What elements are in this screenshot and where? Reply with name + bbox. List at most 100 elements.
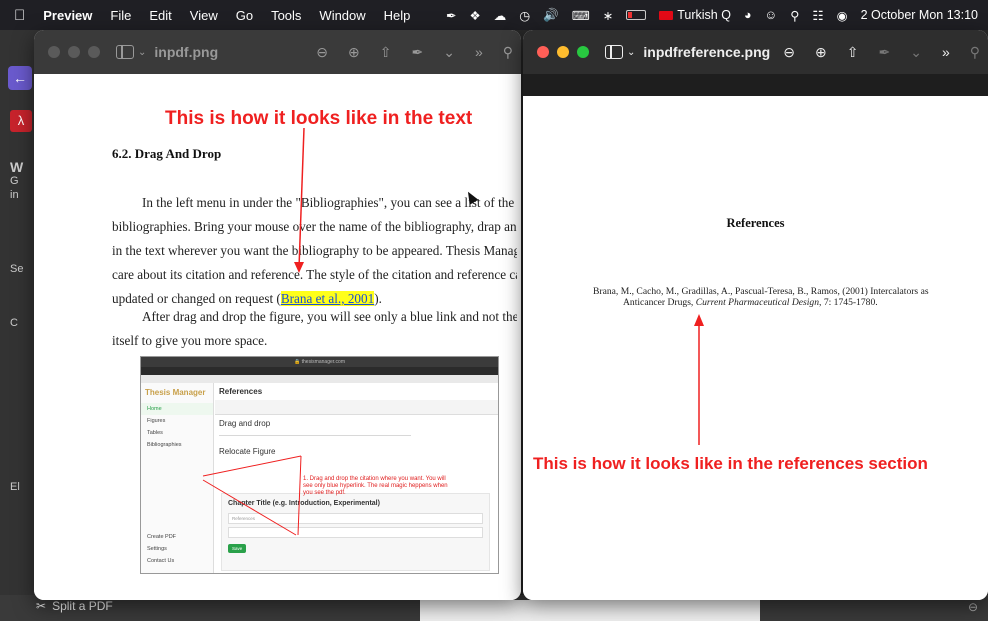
sidebar-item-settings: Settings [147, 546, 167, 552]
lock-icon: 🔒 [294, 359, 301, 365]
app-sidebar: Thesis Manager Home Figures Tables Bibli… [141, 383, 214, 573]
window-title: inpdfreference.png [643, 44, 771, 60]
sidebar-item-bibliographies: Bibliographies [147, 442, 182, 448]
background-panel [420, 600, 760, 621]
share-icon[interactable]: ⇧ [847, 44, 859, 61]
minimize-button[interactable] [557, 46, 569, 58]
bluetooth-icon[interactable]: ∗ [603, 8, 613, 23]
browser-address-bar: 🔒 thesismanager.com [141, 357, 498, 367]
back-arrow-icon[interactable]: ← [8, 66, 32, 90]
relocate-figure: Relocate Figure [219, 447, 276, 456]
traffic-lights [537, 46, 589, 58]
menu-edit[interactable]: Edit [149, 8, 171, 23]
menu-tools[interactable]: Tools [271, 8, 301, 23]
preview-window-right: ⌄ inpdfreference.png ⊖ ⊕ ⇧ ✒ ⌄ » ⚲ Refer… [523, 30, 988, 600]
text-line: itself to give you more space. [112, 333, 268, 348]
sidebar-toggle-icon[interactable] [116, 45, 134, 59]
chevron-down-icon[interactable]: ⌄ [627, 47, 635, 58]
zoom-in-icon[interactable]: ⊕ [815, 44, 827, 61]
menu-file[interactable]: File [110, 8, 131, 23]
citation-link[interactable]: Brana et al., 2001 [280, 291, 375, 306]
menu-app-name[interactable]: Preview [43, 8, 92, 23]
references-heading: References [726, 216, 785, 230]
reference-line: Anticancer Drugs, Current Pharmaceutical… [593, 297, 933, 308]
close-button[interactable] [48, 46, 60, 58]
menu-window[interactable]: Window [319, 8, 365, 23]
more-icon[interactable]: » [942, 44, 950, 60]
cloud-icon[interactable]: ☁ [494, 8, 507, 23]
sidebar-item-home: Home [141, 403, 213, 415]
zoom-button[interactable] [88, 46, 100, 58]
volume-icon[interactable]: 🔊 [543, 8, 559, 23]
browser-bookmarks [141, 375, 498, 383]
keyboard-icon[interactable]: ⌨ [572, 8, 590, 23]
chapter-card: Chapter Title (e.g. Introduction, Experi… [221, 493, 490, 571]
battery-icon[interactable] [626, 10, 647, 20]
text-line: in the text wherever you want the biblio… [112, 243, 517, 258]
acrobat-icon[interactable]: λ [10, 110, 32, 132]
bg-letter: Se [10, 263, 24, 275]
clock-icon[interactable]: ◷ [519, 8, 530, 23]
apple-menu-icon[interactable]:  [14, 7, 25, 24]
paragraph: In the left menu in under the "Bibliogra… [112, 191, 517, 311]
bg-letter: G [10, 175, 19, 187]
window-title: inpdf.png [154, 44, 219, 60]
bg-letter: C [10, 317, 18, 329]
minimize-button[interactable] [68, 46, 80, 58]
spotlight-search-icon[interactable]: ⚲ [790, 8, 799, 23]
text-fragment: Anticancer Drugs, [623, 297, 696, 308]
siri-icon[interactable]: ◉ [837, 8, 848, 23]
search-icon[interactable]: ⚲ [503, 44, 513, 61]
url-text: thesismanager.com [301, 359, 345, 365]
split-icon: ✂ [36, 599, 47, 613]
sidebar-toggle-icon[interactable] [605, 45, 623, 59]
wifi-icon[interactable]: ◕ [744, 8, 752, 22]
menu-help[interactable]: Help [384, 8, 411, 23]
split-pdf-button[interactable]: ✂ Split a PDF [36, 599, 113, 613]
reference-entry: Brana, M., Cacho, M., Gradillas, A., Pas… [593, 286, 933, 308]
browser-tabs [141, 367, 498, 375]
input-source-label: Turkish Q [677, 8, 731, 22]
brand-logo: Thesis Manager [145, 388, 206, 397]
zoom-out-icon[interactable]: ⊖ [968, 600, 978, 614]
pen-icon[interactable]: ✒ [446, 8, 456, 23]
close-button[interactable] [537, 46, 549, 58]
menu-view[interactable]: View [190, 8, 218, 23]
background-text: W G in Se C El [10, 160, 23, 494]
menu-go[interactable]: Go [236, 8, 253, 23]
titlebar: ⌄ inpdf.png ⊖ ⊕ ⇧ ✒ ⌄ » ⚲ [34, 30, 521, 74]
app-header: References [219, 387, 263, 396]
more-icon[interactable]: » [475, 44, 483, 60]
control-center-icon[interactable]: ☷ [812, 8, 823, 23]
chevron-down-icon[interactable]: ⌄ [910, 44, 922, 61]
editor-toolbar [215, 400, 498, 415]
turkish-flag-icon [659, 11, 674, 21]
chevron-down-icon[interactable]: ⌄ [138, 47, 146, 58]
zoom-button[interactable] [577, 46, 589, 58]
zoom-out-icon[interactable]: ⊖ [783, 44, 795, 61]
chevron-down-icon[interactable]: ⌄ [443, 44, 455, 61]
zoom-in-icon[interactable]: ⊕ [348, 44, 360, 61]
input-source[interactable]: Turkish Q [659, 8, 731, 22]
journal-name: Current Pharmaceutical Design [695, 297, 820, 308]
text-line: care about its citation and reference. T… [112, 267, 517, 282]
annotation-text: This is how it looks like in the referen… [533, 454, 928, 473]
dropbox-icon[interactable]: ❖ [469, 8, 480, 23]
menu-clock[interactable]: 2 October Mon 13:10 [861, 8, 978, 22]
user-icon[interactable]: ☺ [765, 8, 778, 22]
sidebar-item-tables: Tables [147, 430, 163, 436]
text-fragment: updated or changed on request ( [112, 291, 281, 306]
search-icon[interactable]: ⚲ [970, 44, 980, 61]
annotation-text: This is how it looks like in the text [165, 108, 473, 129]
references-input: References [228, 513, 483, 524]
text-line: In the left menu in under the "Bibliogra… [142, 195, 517, 210]
markup-icon[interactable]: ✒ [411, 44, 423, 61]
paragraph: After drag and drop the figure, you will… [112, 305, 517, 353]
split-pdf-label: Split a PDF [52, 599, 113, 613]
toolbar: ⊖ ⊕ ⇧ ✒ ⌄ » ⚲ [783, 30, 980, 74]
section-title: Drag and drop [219, 419, 271, 428]
zoom-out-icon[interactable]: ⊖ [316, 44, 328, 61]
traffic-lights [48, 46, 100, 58]
markup-icon[interactable]: ✒ [878, 44, 890, 61]
share-icon[interactable]: ⇧ [380, 44, 392, 61]
